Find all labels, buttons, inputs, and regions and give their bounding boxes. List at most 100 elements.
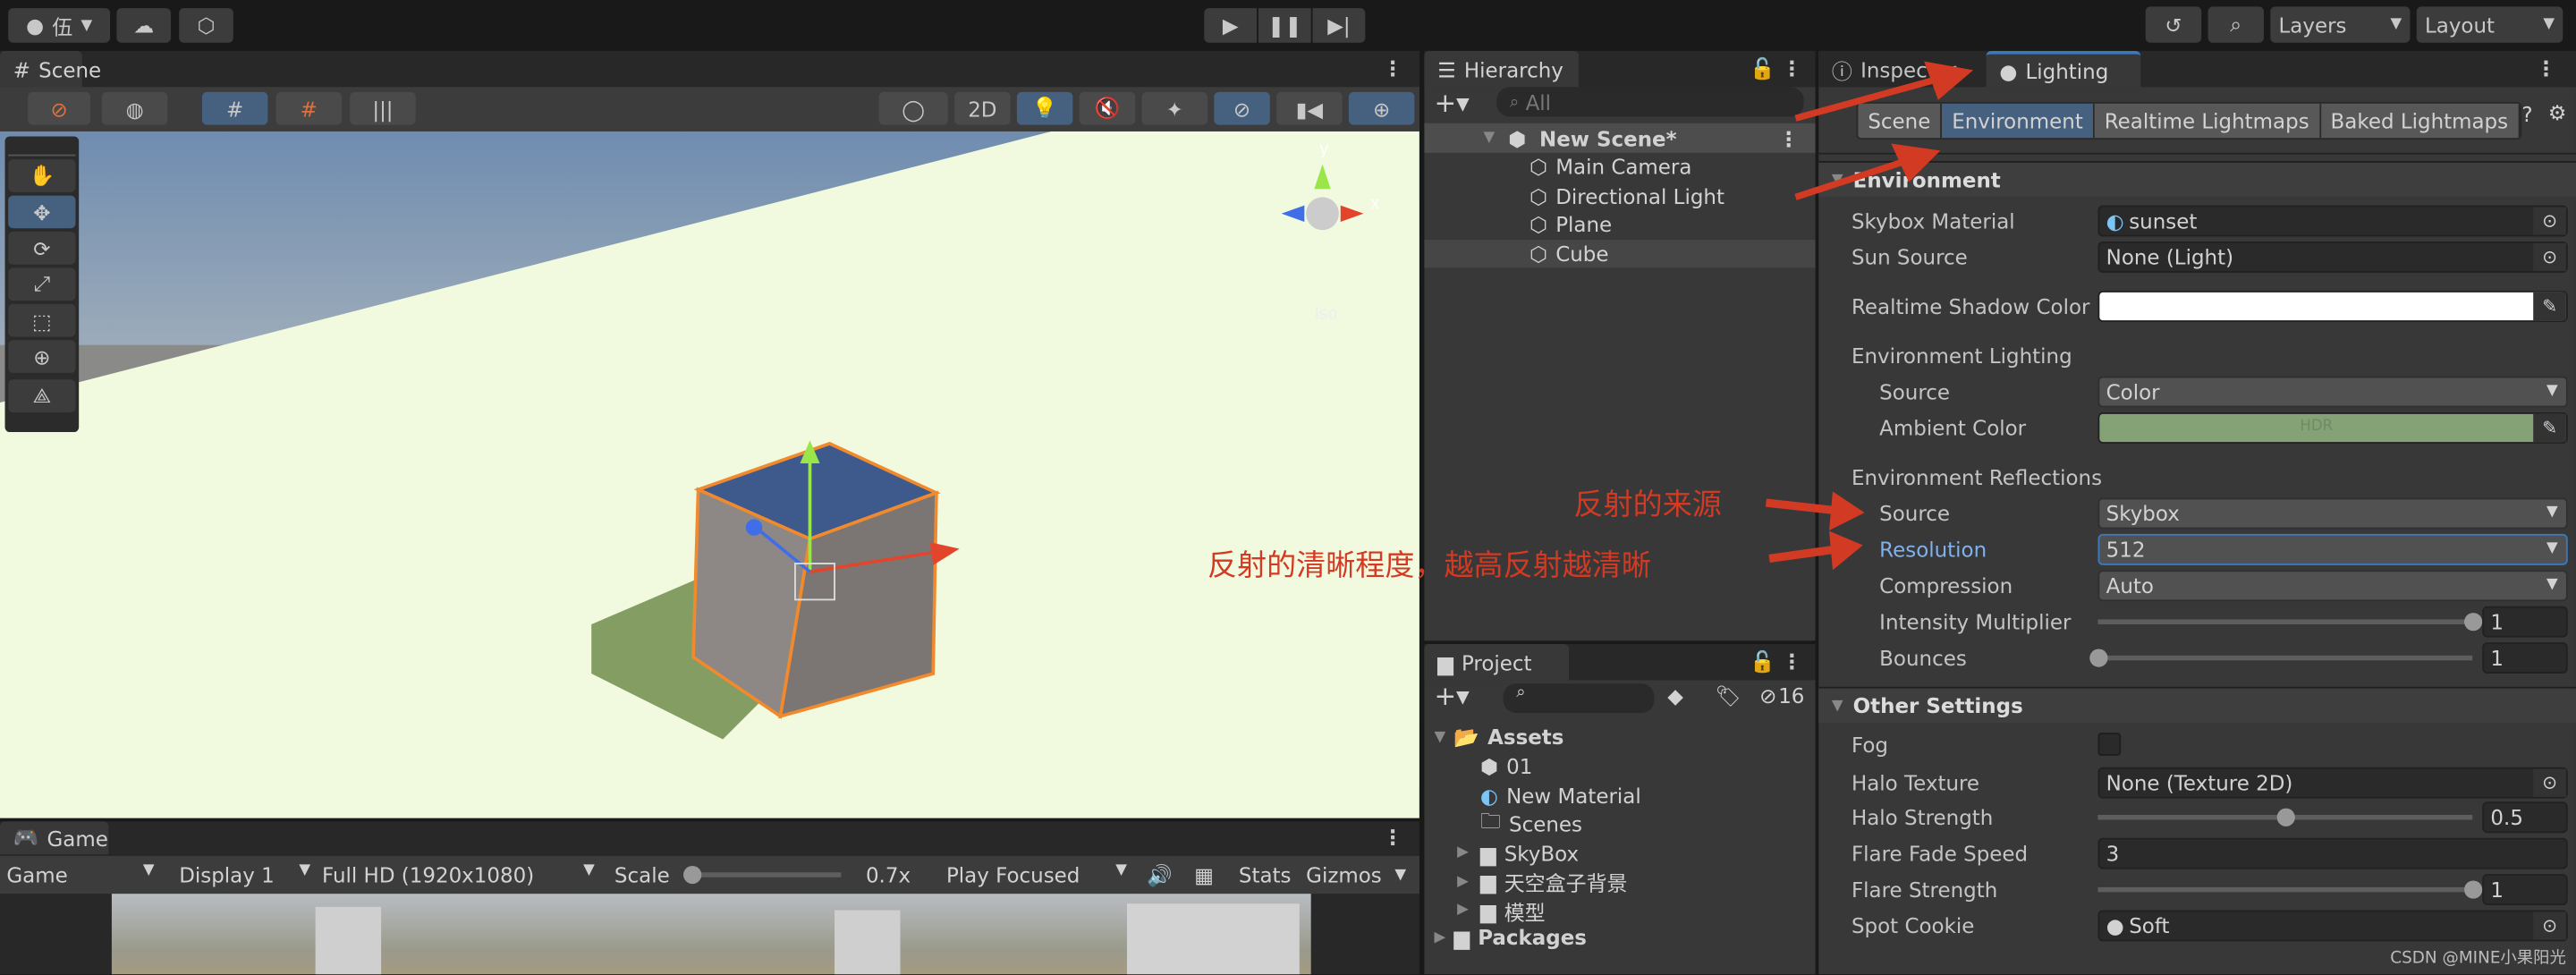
- cloud-button[interactable]: ☁: [116, 8, 172, 43]
- sun-source-field[interactable]: None (Light) ⊙: [2097, 241, 2568, 272]
- 2d-toggle[interactable]: 2D: [954, 91, 1011, 125]
- other-settings-header[interactable]: ▼ Other Settings: [1818, 686, 2576, 724]
- scene-viewport[interactable]: y x Iso ✋ ✥ ⟳ ⤢ ⬚ ⊕ ⟁: [0, 131, 1419, 818]
- subtab-baked-lightmaps[interactable]: Baked Lightmaps: [2320, 103, 2520, 139]
- resolution-dropdown[interactable]: Full HD (1920x1080) ▼: [322, 862, 595, 887]
- lighting-toggle[interactable]: 💡: [1016, 91, 1073, 125]
- intensity-input[interactable]: 1: [2482, 605, 2568, 637]
- spot-cookie-field[interactable]: ● Soft ⊙: [2097, 909, 2568, 941]
- halo-strength-input[interactable]: 0.5: [2482, 801, 2568, 833]
- shortcuts-grid-icon[interactable]: ▦: [1194, 862, 1214, 887]
- lock-icon[interactable]: 🔓: [1750, 55, 1775, 81]
- add-button[interactable]: +▾: [1434, 680, 1469, 711]
- grid-toggle[interactable]: #: [201, 91, 268, 125]
- move-tool[interactable]: ✥: [8, 195, 76, 229]
- slider-knob[interactable]: [2464, 880, 2483, 899]
- bounces-slider[interactable]: [2089, 649, 2473, 667]
- object-picker-icon[interactable]: ⊙: [2533, 767, 2566, 796]
- hierarchy-item[interactable]: ⬡ Directional Light: [1424, 182, 1815, 209]
- project-item[interactable]: ▶ ▆ SkyBox: [1457, 839, 1579, 867]
- effects-toggle[interactable]: ✦: [1141, 91, 1208, 125]
- rect-tool[interactable]: ⬚: [8, 303, 76, 337]
- scale-tool[interactable]: ⤢: [8, 267, 76, 301]
- resolution-dropdown[interactable]: 512 ▼: [2097, 533, 2568, 564]
- ambient-color-field[interactable]: HDR ✎: [2097, 411, 2568, 443]
- intensity-slider[interactable]: [2097, 613, 2483, 632]
- projection-label[interactable]: Iso: [1314, 306, 1337, 324]
- project-item[interactable]: ▶ ▆ 模型: [1457, 896, 1546, 924]
- label-tag-icon[interactable]: 🏷: [1716, 683, 1741, 709]
- tab-scene[interactable]: # Scene: [0, 50, 101, 88]
- project-item[interactable]: ▶ ▆ 天空盒子背景: [1457, 868, 1627, 895]
- object-picker-icon[interactable]: ⊙: [2533, 206, 2566, 234]
- hidden-packages-toggle[interactable]: ⊘ 16: [1759, 683, 1804, 708]
- audio-toggle[interactable]: 🔇: [1079, 91, 1136, 125]
- object-picker-icon[interactable]: ⊙: [2533, 911, 2566, 939]
- tree-item-assets[interactable]: ▼ 📂 Assets: [1434, 723, 1563, 750]
- gizmos-button[interactable]: Gizmos: [1306, 862, 1382, 887]
- tab-project[interactable]: ▆ Project: [1424, 643, 1570, 681]
- scene-root-row[interactable]: ▼ ⬢ New Scene* ⋮: [1424, 123, 1816, 153]
- skybox-material-field[interactable]: ◐ sunset ⊙: [2097, 204, 2568, 236]
- slider-knob[interactable]: [2464, 613, 2483, 632]
- tab-lighting[interactable]: ● Lighting: [1986, 50, 2141, 88]
- environment-section-header[interactable]: ▼ Environment: [1818, 160, 2576, 198]
- play-button[interactable]: ▶: [1204, 8, 1258, 43]
- bounces-input[interactable]: 1: [2482, 641, 2568, 674]
- hierarchy-search-input[interactable]: ⌕ All: [1496, 87, 1804, 117]
- subtab-realtime-lightmaps[interactable]: Realtime Lightmaps: [2094, 103, 2321, 139]
- history-button[interactable]: ↺: [2145, 6, 2202, 43]
- project-item[interactable]: ▶🗀Scenes: [1457, 809, 1582, 837]
- display-dropdown[interactable]: Display 1 ▼: [179, 862, 310, 887]
- add-button[interactable]: +▾: [1434, 87, 1469, 118]
- custom-tool[interactable]: ⟁: [8, 379, 76, 413]
- increment-snap[interactable]: |||: [350, 91, 416, 125]
- tab-hierarchy[interactable]: ☰ Hierarchy: [1424, 50, 1580, 88]
- tab-game[interactable]: 🎮 Game: [0, 821, 109, 855]
- rotate-tool[interactable]: ⟳: [8, 231, 76, 265]
- help-icon[interactable]: ?: [2521, 102, 2532, 127]
- subtab-scene[interactable]: Scene: [1858, 103, 1943, 139]
- filter-type-icon[interactable]: ◆: [1667, 683, 1683, 708]
- project-item[interactable]: ▶◐New Material: [1457, 781, 1641, 809]
- global-toggle[interactable]: ◍: [101, 91, 168, 125]
- more-icon[interactable]: ⋮: [1383, 825, 1403, 850]
- project-search-input[interactable]: ⌕: [1503, 683, 1655, 714]
- project-item[interactable]: ▶⬢01: [1457, 752, 1532, 780]
- object-picker-icon[interactable]: ⊙: [2533, 242, 2566, 271]
- camera-button[interactable]: ▮◀: [1276, 91, 1343, 125]
- compression-dropdown[interactable]: Auto ▼: [2097, 569, 2568, 601]
- layers-dropdown[interactable]: Layers ▼: [2270, 6, 2411, 43]
- hand-tool[interactable]: ✋: [8, 159, 76, 192]
- step-button[interactable]: ▶|: [1312, 8, 1366, 43]
- more-icon[interactable]: ⋮: [2536, 55, 2556, 81]
- chevron-down-icon[interactable]: ▼: [1394, 867, 1406, 883]
- pause-button[interactable]: ❚❚: [1258, 8, 1311, 43]
- collab-button[interactable]: ⬡: [179, 8, 233, 43]
- layout-dropdown[interactable]: Layout ▼: [2416, 6, 2563, 43]
- more-icon[interactable]: ⋮: [1782, 649, 1802, 674]
- hierarchy-item[interactable]: ⬡ Cube: [1424, 239, 1816, 267]
- expand-arrow-icon[interactable]: ▶: [1457, 873, 1472, 889]
- gizmos-toggle[interactable]: ⊕: [1348, 91, 1415, 125]
- reflection-source-dropdown[interactable]: Skybox ▼: [2097, 496, 2568, 529]
- hierarchy-item[interactable]: ⬡ Main Camera: [1424, 153, 1815, 181]
- visibility-toggle[interactable]: ⊘: [1214, 91, 1270, 125]
- draw-mode-button[interactable]: ⊘: [28, 91, 91, 125]
- gear-icon[interactable]: ⚙: [2548, 100, 2567, 125]
- more-icon[interactable]: ⋮: [1782, 55, 1802, 81]
- expand-arrow-icon[interactable]: ▶: [1457, 844, 1472, 861]
- flare-fade-input[interactable]: 3: [2097, 836, 2568, 869]
- shadow-color-field[interactable]: ✎: [2097, 290, 2568, 322]
- slider-knob[interactable]: [2276, 808, 2295, 827]
- shading-mode[interactable]: ◯: [878, 91, 948, 125]
- tab-inspector[interactable]: ⓘ Inspector: [1818, 50, 1980, 88]
- slider-knob[interactable]: [2089, 649, 2108, 667]
- subtab-environment[interactable]: Environment: [1942, 103, 2095, 139]
- flare-strength-input[interactable]: 1: [2482, 873, 2568, 905]
- more-icon[interactable]: ⋮: [1778, 126, 1799, 151]
- eyedropper-icon[interactable]: ✎: [2533, 412, 2566, 442]
- stats-button[interactable]: Stats: [1239, 862, 1292, 887]
- account-dropdown[interactable]: ● 伍 ▼: [8, 8, 111, 43]
- transform-tool[interactable]: ⊕: [8, 340, 76, 373]
